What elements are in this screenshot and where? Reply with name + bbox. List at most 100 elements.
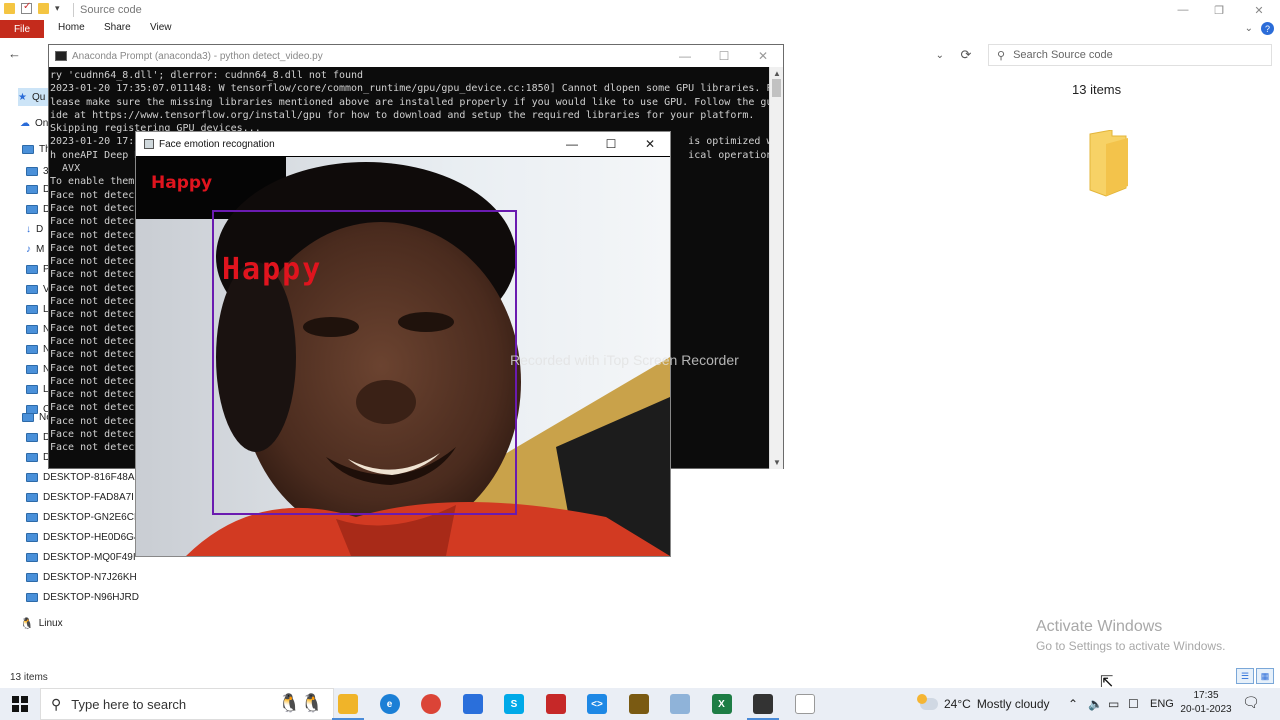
sidebar-item[interactable]: DESKTOP-N7J26KH	[26, 568, 137, 586]
scroll-up-icon[interactable]: ▲	[773, 69, 781, 78]
notification-icon[interactable]: 🗨	[1242, 694, 1260, 711]
taskbar-app-terminal[interactable]	[743, 688, 783, 720]
taskbar-app-chrome[interactable]	[411, 688, 451, 720]
sidebar-item[interactable]: V	[26, 280, 50, 298]
scrollbar[interactable]: ▲ ▼	[769, 67, 783, 469]
battery-icon[interactable]: ▭	[1108, 688, 1119, 720]
maximize-button[interactable]: ❐	[1200, 0, 1238, 20]
scroll-down-icon[interactable]: ▼	[773, 458, 781, 467]
search-input[interactable]: ⚲ Search Source code	[988, 44, 1272, 66]
sidebar-item[interactable]: DESKTOP-816F48A	[26, 468, 135, 486]
sidebar-item[interactable]: ☁ On	[20, 114, 48, 132]
maximize-button[interactable]: ☐	[704, 45, 744, 67]
taskbar-app-app-emblem[interactable]	[619, 688, 659, 720]
sidebar-item[interactable]: 🐧 Linux	[20, 614, 63, 632]
start-button[interactable]	[0, 688, 40, 720]
sidebar-item-label: DESKTOP-N96HJRD	[43, 591, 139, 603]
sidebar-item[interactable]: DESKTOP-FAD8A7I	[26, 488, 134, 506]
taskbar-app-app-blue[interactable]	[660, 688, 700, 720]
taskbar-app-notepad[interactable]	[785, 688, 825, 720]
chevron-up-icon[interactable]: ⌃	[1068, 688, 1078, 720]
expand-ribbon-icon[interactable]: ⌄	[1245, 23, 1253, 34]
taskbar-app-screen-recorder[interactable]	[536, 688, 576, 720]
pc-icon	[26, 552, 38, 562]
help-icon[interactable]: ?	[1261, 22, 1274, 35]
volume-icon[interactable]: 🔈	[1088, 688, 1103, 720]
clock-time: 17:35	[1193, 690, 1219, 701]
search-icon: ⚲	[997, 49, 1006, 62]
minimize-button[interactable]: —	[553, 132, 591, 156]
sidebar-item-label: DESKTOP-HE0D6G4	[43, 531, 140, 543]
network-drive-icon	[26, 364, 38, 374]
windows-icon	[12, 696, 28, 712]
maximize-button[interactable]: ☐	[592, 132, 630, 156]
large-icons-view-button[interactable]: ▦	[1256, 668, 1274, 684]
weather-temp: 24°C	[944, 697, 971, 711]
taskbar-app-skype[interactable]: S	[494, 688, 534, 720]
face-emotion-window[interactable]: Face emotion recognation — ☐ ✕ Happy Hap…	[135, 131, 671, 557]
sidebar-item[interactable]: L	[26, 380, 49, 398]
search-placeholder: Search Source code	[1013, 49, 1113, 61]
taskbar-search-input[interactable]: ⚲ Type here to search 🐧🐧	[40, 688, 334, 720]
minimize-button[interactable]: —	[665, 45, 705, 67]
minimize-button[interactable]: —	[1164, 0, 1202, 20]
sidebar-item[interactable]: D	[26, 428, 50, 446]
folder-icon[interactable]	[4, 3, 15, 14]
address-dropdown[interactable]: ⌄	[780, 44, 950, 66]
taskbar: ⚲ Type here to search 🐧🐧 e S <> X 24°C Most…	[0, 688, 1280, 720]
taskbar-app-edge[interactable]: e	[370, 688, 410, 720]
details-view-button[interactable]: ☰	[1236, 668, 1254, 684]
sidebar-item[interactable]: DESKTOP-N96HJRD	[26, 588, 139, 606]
quick-access-toolbar: ▾	[4, 1, 60, 14]
sidebar-item[interactable]: P	[26, 260, 50, 278]
sidebar-item[interactable]: D	[26, 200, 50, 218]
sidebar-item[interactable]: DESKTOP-GN2E6CB	[26, 508, 141, 526]
taskbar-app-file-explorer[interactable]	[328, 688, 368, 720]
properties-icon[interactable]	[21, 1, 32, 14]
weather-desc: Mostly cloudy	[976, 697, 1050, 711]
network-icon[interactable]: ☐	[1128, 688, 1139, 720]
sidebar-item[interactable]: N	[26, 320, 50, 338]
taskbar-app-store[interactable]	[453, 688, 493, 720]
sidebar-item[interactable]: Th	[22, 140, 51, 158]
objects-3d-icon	[26, 166, 38, 176]
close-button[interactable]: ✕	[1240, 0, 1278, 20]
sidebar-item[interactable]: ↓ D	[26, 220, 43, 238]
sidebar-item[interactable]: DESKTOP-MQ0F49I	[26, 548, 136, 566]
sidebar-item-label: M	[36, 243, 45, 255]
sidebar-item[interactable]: D	[26, 180, 50, 198]
weather-widget[interactable]: 24°C Mostly cloudy	[917, 688, 1050, 720]
sidebar-item[interactable]: DESKTOP-HE0D6G4	[26, 528, 140, 546]
face-window-titlebar: Face emotion recognation — ☐ ✕	[136, 132, 670, 156]
sidebar-item[interactable]: N	[26, 360, 50, 378]
tab-view[interactable]: View	[150, 22, 172, 33]
app-icon	[144, 139, 154, 149]
sidebar-item[interactable]: ♪ M	[26, 240, 44, 258]
file-explorer-icon	[338, 694, 358, 714]
sidebar-item[interactable]: 3	[26, 162, 49, 180]
tab-share[interactable]: Share	[104, 22, 131, 33]
sidebar-item[interactable]: L	[26, 300, 49, 318]
clock[interactable]: 17:35 20-01-2023	[1178, 689, 1234, 717]
new-folder-icon[interactable]	[38, 3, 49, 14]
pc-icon	[26, 512, 38, 522]
taskbar-app-vs-code[interactable]: <>	[577, 688, 617, 720]
tab-home[interactable]: Home	[58, 22, 85, 33]
close-button[interactable]: ✕	[743, 45, 783, 67]
terminal-icon	[55, 51, 67, 61]
sidebar-item-label: Qu	[31, 91, 46, 103]
refresh-button[interactable]: ⟳	[955, 45, 977, 65]
pc-icon	[26, 592, 38, 602]
language-indicator[interactable]: ENG	[1150, 688, 1174, 720]
taskbar-app-excel[interactable]: X	[702, 688, 742, 720]
close-button[interactable]: ✕	[631, 132, 669, 156]
scroll-thumb[interactable]	[772, 79, 781, 97]
tab-file[interactable]: File	[0, 20, 44, 38]
app-blue-icon	[670, 694, 690, 714]
sidebar-item[interactable]: D	[26, 448, 50, 466]
chevron-down-icon[interactable]: ▾	[55, 3, 60, 14]
sidebar-item[interactable]: N	[26, 340, 50, 358]
skype-icon: S	[504, 694, 524, 714]
back-button[interactable]: ←	[8, 46, 21, 61]
folder-icon[interactable]	[1086, 130, 1130, 198]
